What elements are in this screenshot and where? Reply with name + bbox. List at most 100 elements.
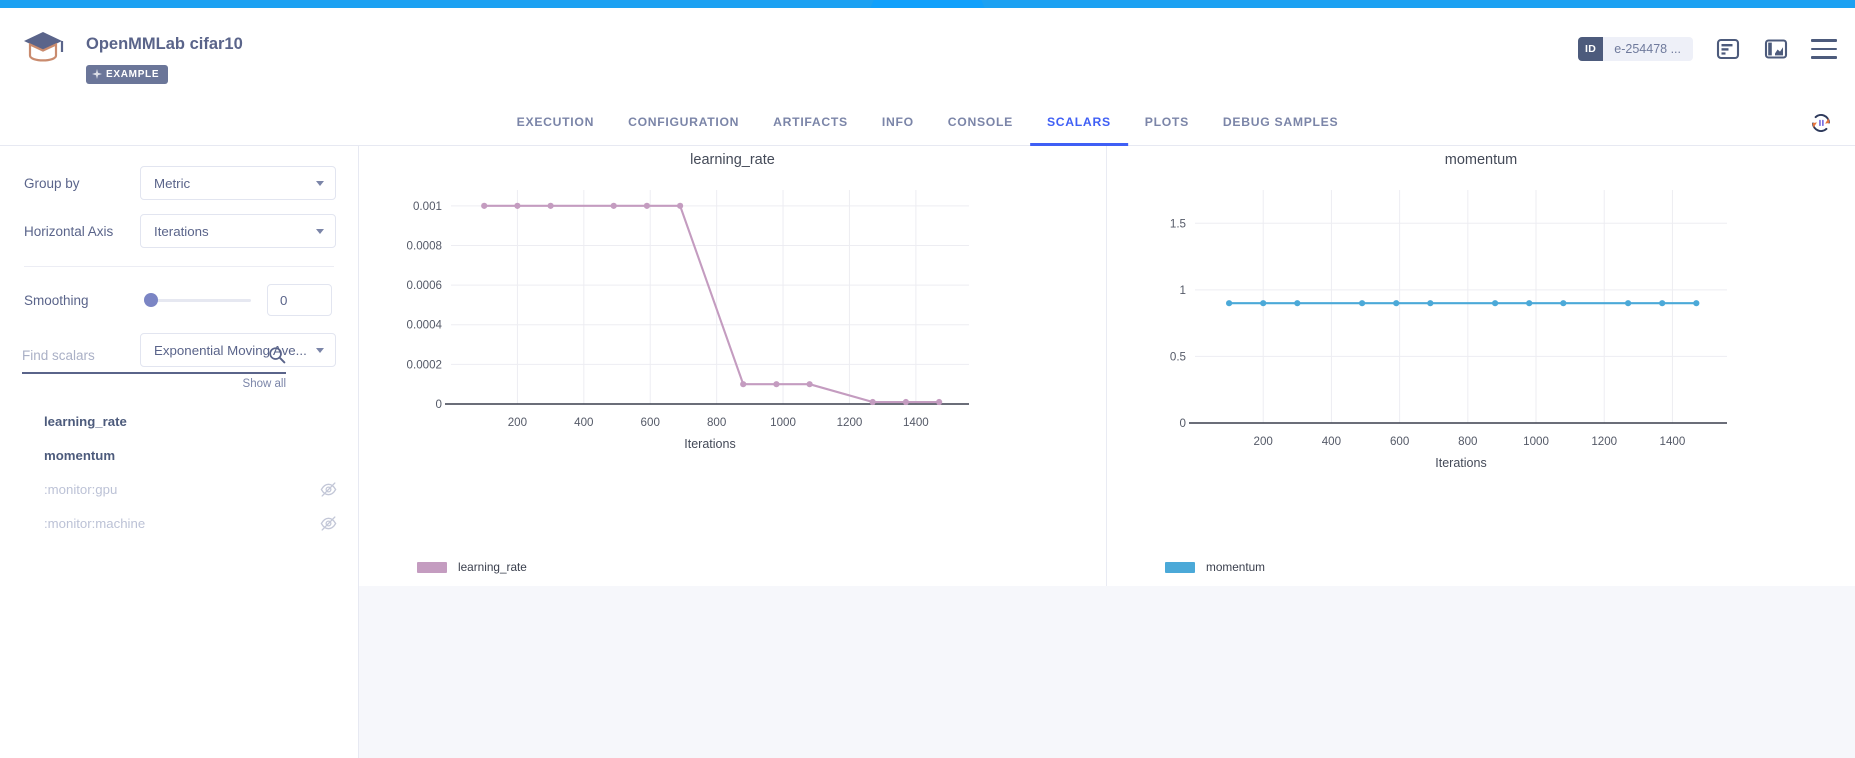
tab-configuration[interactable]: CONFIGURATION [611, 100, 756, 146]
layout-panel-icon[interactable] [1763, 36, 1789, 62]
chevron-down-icon [316, 181, 324, 186]
refresh-pause-icon[interactable] [1807, 109, 1835, 137]
horizontal-axis-row: Horizontal Axis Iterations [24, 216, 358, 246]
tab-console[interactable]: CONSOLE [931, 100, 1030, 146]
smoothing-row: Smoothing 0 [24, 284, 358, 316]
horizontal-axis-select[interactable]: Iterations [140, 214, 336, 248]
svg-text:1200: 1200 [1591, 435, 1617, 448]
smoothing-label: Smoothing [24, 293, 140, 308]
svg-text:Iterations: Iterations [684, 437, 735, 451]
smoothing-slider-track [144, 299, 251, 302]
tab-bar: EXECUTION CONFIGURATION ARTIFACTS INFO C… [0, 100, 1855, 146]
legend-swatch [417, 562, 447, 573]
tab-scalars[interactable]: SCALARS [1030, 100, 1128, 146]
svg-text:600: 600 [1390, 435, 1409, 448]
menu-icon[interactable] [1811, 39, 1837, 59]
tab-artifacts[interactable]: ARTIFACTS [756, 100, 865, 146]
search-row[interactable]: Find scalars [22, 346, 286, 374]
metric-item-momentum[interactable]: momentum [0, 438, 359, 472]
svg-text:800: 800 [707, 416, 726, 429]
tab-debug-samples[interactable]: DEBUG SAMPLES [1206, 100, 1355, 146]
group-by-label: Group by [24, 176, 140, 191]
smoothing-slider-thumb[interactable] [144, 293, 158, 307]
metric-label: momentum [44, 448, 337, 463]
example-badge: EXAMPLE [86, 65, 168, 84]
svg-text:200: 200 [508, 416, 527, 429]
svg-text:600: 600 [641, 416, 660, 429]
svg-text:0: 0 [436, 398, 442, 411]
horizontal-axis-label: Horizontal Axis [24, 224, 140, 239]
svg-text:400: 400 [574, 416, 593, 429]
id-badge-value: e-254478 ... [1603, 42, 1693, 56]
svg-text:1: 1 [1180, 284, 1186, 297]
empty-content-area [359, 586, 1855, 758]
svg-text:200: 200 [1254, 435, 1273, 448]
example-badge-label: EXAMPLE [106, 69, 159, 80]
svg-text:0.0004: 0.0004 [407, 319, 443, 332]
legend-swatch [1165, 562, 1195, 573]
search-input[interactable]: Find scalars [22, 348, 268, 363]
id-badge-key: ID [1578, 37, 1603, 61]
chart-panel-momentum[interactable]: momentum 0 0.5 1 1.5 200 400 600 800 1000 1200 140… [1107, 146, 1855, 586]
group-by-select[interactable]: Metric [140, 166, 336, 200]
svg-text:400: 400 [1322, 435, 1341, 448]
search-icon[interactable] [268, 346, 286, 364]
header-right-group: ID e-254478 ... [1578, 36, 1837, 62]
eye-off-icon[interactable] [320, 515, 337, 532]
smoothing-slider[interactable] [144, 290, 251, 310]
charts-container: learning_rate 00.00020.00040.00060.00080… [359, 146, 1855, 586]
svg-text:0: 0 [1180, 417, 1186, 430]
momentum-plot[interactable]: 0 0.5 1 1.5 200 400 600 800 1000 1200 1400 Iteratio… [1107, 146, 1855, 586]
chart-legend: momentum [1165, 560, 1265, 574]
group-by-value: Metric [154, 176, 190, 191]
experiment-id-badge[interactable]: ID e-254478 ... [1578, 37, 1693, 61]
legend-label: momentum [1206, 560, 1265, 574]
app-header: OpenMMLab cifar10 EXAMPLE ID e-254478 ..… [0, 8, 1855, 100]
svg-text:1000: 1000 [770, 416, 796, 429]
tab-list: EXECUTION CONFIGURATION ARTIFACTS INFO C… [500, 100, 1356, 146]
metric-list: learning_rate momentum :monitor:gpu :mon… [0, 404, 359, 540]
svg-text:1400: 1400 [1660, 435, 1686, 448]
svg-text:1000: 1000 [1523, 435, 1549, 448]
scalars-sidebar: Group by Metric Horizontal Axis Iteratio… [0, 146, 359, 758]
tab-info[interactable]: INFO [865, 100, 931, 146]
svg-text:0.0002: 0.0002 [407, 358, 442, 371]
graduation-cap-icon [22, 28, 64, 68]
chart-legend: learning_rate [417, 560, 527, 574]
svg-text:1400: 1400 [903, 416, 929, 429]
page-title: OpenMMLab cifar10 [86, 35, 243, 55]
chart-panel-learning-rate[interactable]: learning_rate 00.00020.00040.00060.00080… [359, 146, 1107, 586]
metric-item-monitor-gpu[interactable]: :monitor:gpu [0, 472, 359, 506]
svg-text:Iterations: Iterations [1435, 456, 1486, 470]
chevron-down-icon [316, 229, 324, 234]
svg-text:1200: 1200 [837, 416, 863, 429]
metric-label: :monitor:gpu [44, 482, 320, 497]
tab-execution[interactable]: EXECUTION [500, 100, 611, 146]
tab-plots[interactable]: PLOTS [1128, 100, 1206, 146]
svg-text:0.001: 0.001 [413, 200, 442, 213]
learning-rate-plot[interactable]: 0 0.0002 0.0004 0.0006 0.0008 0.001 200 400 600 8… [359, 146, 1107, 586]
chevron-down-icon [316, 348, 324, 353]
svg-text:0.0006: 0.0006 [407, 279, 442, 292]
scalar-search-block: Find scalars Show all [22, 346, 286, 374]
show-all-link[interactable]: Show all [243, 378, 286, 390]
group-by-row: Group by Metric [24, 168, 358, 198]
sparkle-icon [92, 69, 102, 79]
header-title-block: OpenMMLab cifar10 EXAMPLE [86, 28, 243, 84]
metric-item-learning-rate[interactable]: learning_rate [0, 404, 359, 438]
metric-label: learning_rate [44, 414, 337, 429]
metric-label: :monitor:machine [44, 516, 320, 531]
svg-text:1.5: 1.5 [1170, 217, 1186, 230]
svg-text:0.0008: 0.0008 [407, 239, 442, 252]
svg-text:0.5: 0.5 [1170, 350, 1186, 363]
header-left-group: OpenMMLab cifar10 EXAMPLE [22, 28, 243, 84]
main-body: Group by Metric Horizontal Axis Iteratio… [0, 146, 1855, 758]
horizontal-axis-value: Iterations [154, 224, 209, 239]
eye-off-icon[interactable] [320, 481, 337, 498]
svg-text:800: 800 [1458, 435, 1477, 448]
smoothing-value-input[interactable]: 0 [267, 284, 332, 316]
legend-label: learning_rate [458, 560, 527, 574]
metric-item-monitor-machine[interactable]: :monitor:machine [0, 506, 359, 540]
experiment-compare-icon[interactable] [1715, 36, 1741, 62]
sidebar-divider [24, 266, 334, 267]
